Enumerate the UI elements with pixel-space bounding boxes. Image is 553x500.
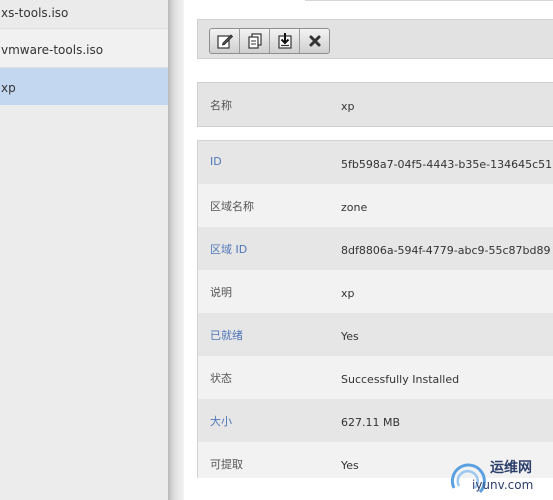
copy-button[interactable] (240, 29, 270, 53)
detail-label: 大小 (210, 415, 232, 428)
copy-icon (247, 33, 262, 49)
action-toolbar (197, 19, 553, 59)
detail-row-size: 大小 627.11 MB (198, 399, 553, 442)
template-list: xs-tools.iso vmware-tools.iso xp (0, 0, 168, 500)
detail-value: Yes (341, 330, 359, 343)
watermark-url: iyunv.com (472, 478, 534, 492)
action-button-group (209, 28, 330, 54)
details-table: ID 5fb598a7-04f5-4443-b35e-134645c51 区域名… (197, 140, 553, 478)
download-icon (277, 33, 292, 49)
detail-label: 状态 (210, 372, 232, 385)
divider (305, 0, 553, 1)
list-item[interactable]: vmware-tools.iso (0, 30, 168, 68)
list-item-label: xp (1, 81, 16, 95)
detail-value: xp (341, 287, 355, 300)
list-item-selected[interactable]: xp (0, 68, 168, 105)
delete-button[interactable] (300, 29, 329, 53)
detail-row-description: 说明 xp (198, 270, 553, 313)
detail-value: zone (341, 201, 368, 214)
name-label: 名称 (210, 99, 232, 112)
detail-row-status: 状态 Successfully Installed (198, 356, 553, 399)
panel-divider (168, 0, 184, 500)
download-button[interactable] (270, 29, 300, 53)
name-value: xp (341, 100, 355, 113)
detail-label: 区域 ID (210, 243, 248, 256)
watermark-text: 运维网 (490, 460, 532, 476)
delete-icon (309, 35, 320, 47)
list-item-label: vmware-tools.iso (1, 43, 104, 57)
detail-row-ready: 已就绪 Yes (198, 313, 553, 356)
detail-label: ID (210, 155, 222, 168)
list-item[interactable]: xs-tools.iso (0, 0, 168, 29)
name-row: 名称 xp (197, 82, 553, 127)
detail-row-zone-name: 区域名称 zone (198, 184, 553, 227)
detail-label: 已就绪 (210, 329, 243, 342)
list-item-label: xs-tools.iso (1, 6, 69, 20)
detail-label: 区域名称 (210, 200, 254, 213)
detail-label: 说明 (210, 286, 232, 299)
detail-value: 627.11 MB (341, 416, 401, 429)
detail-row-zone-id: 区域 ID 8df8806a-594f-4779-abc9-55c87bd89 (198, 227, 553, 270)
watermark-logo-icon (450, 463, 486, 494)
detail-value: 5fb598a7-04f5-4443-b35e-134645c51 (341, 158, 553, 171)
detail-value: Successfully Installed (341, 373, 460, 386)
edit-button[interactable] (210, 29, 240, 53)
detail-value: 8df8806a-594f-4779-abc9-55c87bd89 (341, 244, 551, 257)
detail-row-id: ID 5fb598a7-04f5-4443-b35e-134645c51 (198, 141, 553, 184)
edit-icon (216, 34, 233, 49)
watermark: 运维网 iyunv.com (448, 452, 553, 500)
detail-value: Yes (341, 459, 359, 472)
detail-label: 可提取 (210, 458, 243, 471)
